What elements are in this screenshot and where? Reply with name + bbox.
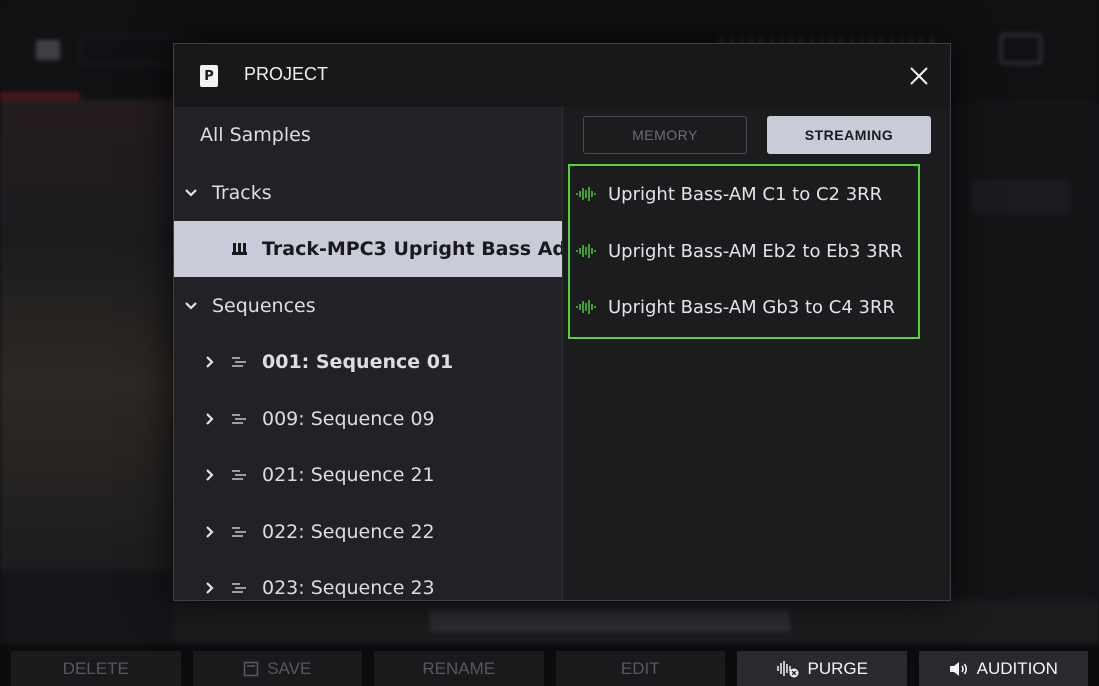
delete-button[interactable]: DELETE xyxy=(11,651,181,686)
tree-item-sequence[interactable]: 021: Sequence 21 xyxy=(174,447,562,503)
softkey-bar: DELETE SAVE RENAME EDIT PURGE AUDITION xyxy=(0,651,1099,686)
sample-list-highlight: Upright Bass-AM C1 to C2 3RR Upright Bas… xyxy=(568,164,920,339)
sequence-icon xyxy=(230,353,248,371)
dialog-title: PROJECT xyxy=(244,64,329,84)
audition-button[interactable]: AUDITION xyxy=(918,651,1088,686)
sequence-icon xyxy=(230,410,248,428)
tree-item-label: 021: Sequence 21 xyxy=(262,464,435,486)
rename-label: RENAME xyxy=(422,658,496,678)
memory-tab-button[interactable]: MEMORY xyxy=(583,116,747,154)
save-button[interactable]: SAVE xyxy=(192,651,362,686)
tree-item-sequences[interactable]: Sequences xyxy=(174,278,562,334)
close-icon xyxy=(910,67,928,85)
sample-item[interactable]: Upright Bass-AM C1 to C2 3RR xyxy=(570,166,918,222)
background-right-column xyxy=(950,100,1099,600)
save-label: SAVE xyxy=(267,658,312,678)
audition-label: AUDITION xyxy=(976,658,1058,678)
waveform-icon xyxy=(576,186,598,202)
chevron-down-icon[interactable] xyxy=(181,183,201,203)
background-artwork xyxy=(0,100,175,570)
chevron-right-icon[interactable] xyxy=(200,465,220,485)
tree-item-sequence[interactable]: 023: Sequence 23 xyxy=(174,560,562,600)
tree-item-label: Sequences xyxy=(212,295,316,317)
edit-button[interactable]: EDIT xyxy=(555,651,725,686)
project-icon: P xyxy=(200,65,218,87)
tree-item-label: 001: Sequence 01 xyxy=(262,351,454,373)
tree-item-tracks[interactable]: Tracks xyxy=(174,165,562,221)
edit-label: EDIT xyxy=(620,658,660,678)
sample-item[interactable]: Upright Bass-AM Eb2 to Eb3 3RR xyxy=(570,223,918,279)
sample-list-pane: MEMORY STREAMING Upright Bass-AM C1 to C… xyxy=(562,107,950,600)
rename-button[interactable]: RENAME xyxy=(374,651,544,686)
waveform-icon xyxy=(576,299,598,315)
purge-icon xyxy=(776,660,800,678)
delete-label: DELETE xyxy=(62,658,129,678)
background-left-bottom xyxy=(0,570,175,644)
chevron-right-icon[interactable] xyxy=(200,578,220,598)
project-dialog: P PROJECT All Samples Tracks Track-MPC3 … xyxy=(173,43,951,601)
chevron-right-icon[interactable] xyxy=(200,522,220,542)
background-folder-icon xyxy=(36,40,60,60)
tree-item-selected-track[interactable]: Track-MPC3 Upright Bass Ad xyxy=(174,221,562,277)
purge-button[interactable]: PURGE xyxy=(737,651,907,686)
purge-label: PURGE xyxy=(807,658,868,678)
close-button[interactable] xyxy=(907,64,931,88)
tree-item-label: 022: Sequence 22 xyxy=(262,521,435,543)
tree-item-label: Track-MPC3 Upright Bass Ad xyxy=(262,238,562,260)
tree-item-sequence[interactable]: 001: Sequence 01 xyxy=(174,334,562,390)
background-button xyxy=(1000,34,1042,64)
sample-name: Upright Bass-AM C1 to C2 3RR xyxy=(608,183,883,205)
sample-name: Upright Bass-AM Eb2 to Eb3 3RR xyxy=(608,240,903,262)
sample-item[interactable]: Upright Bass-AM Gb3 to C4 3RR xyxy=(570,279,918,335)
keyboard-icon xyxy=(232,241,248,257)
tree-item-sequence[interactable]: 022: Sequence 22 xyxy=(174,504,562,560)
tree-item-label: Tracks xyxy=(212,182,272,204)
background-accent-strip xyxy=(0,92,80,100)
tree-item-label: All Samples xyxy=(200,124,311,146)
save-icon xyxy=(243,661,259,677)
background-track-row xyxy=(175,600,1099,644)
tree-item-label: 023: Sequence 23 xyxy=(262,577,435,599)
sample-name: Upright Bass-AM Gb3 to C4 3RR xyxy=(608,296,895,318)
sequence-icon xyxy=(230,579,248,597)
chevron-right-icon[interactable] xyxy=(200,409,220,429)
browser-tree: All Samples Tracks Track-MPC3 Upright Ba… xyxy=(174,107,562,600)
tree-item-all-samples[interactable]: All Samples xyxy=(174,107,562,163)
speaker-icon xyxy=(949,661,969,677)
tree-item-sequence[interactable]: 009: Sequence 09 xyxy=(174,391,562,447)
streaming-tab-button[interactable]: STREAMING xyxy=(767,116,931,154)
sequence-icon xyxy=(230,523,248,541)
chevron-down-icon[interactable] xyxy=(181,296,201,316)
tree-item-label: 009: Sequence 09 xyxy=(262,408,435,430)
sequence-icon xyxy=(230,466,248,484)
waveform-icon xyxy=(576,243,598,259)
dialog-header: P PROJECT xyxy=(174,44,950,107)
chevron-right-icon[interactable] xyxy=(200,352,220,372)
